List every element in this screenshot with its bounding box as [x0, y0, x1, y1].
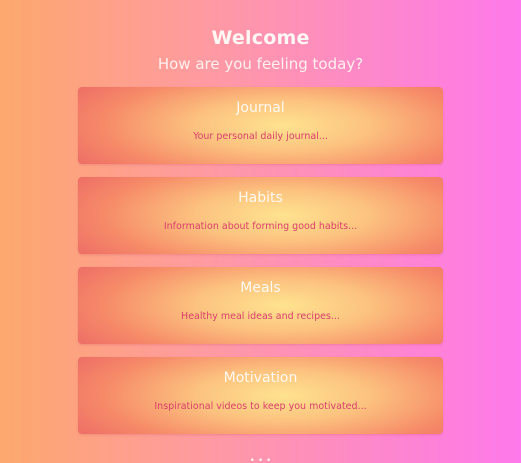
card-description: Inspirational videos to keep you motivat… — [154, 401, 367, 412]
card-title: Motivation — [223, 370, 298, 386]
card-motivation[interactable]: Motivation Inspirational videos to keep … — [78, 357, 443, 434]
page-title: Welcome — [211, 27, 310, 49]
card-title: Habits — [238, 190, 283, 206]
page-subtitle: How are you feeling today? — [157, 55, 364, 73]
card-title: Meals — [240, 280, 281, 296]
card-habits[interactable]: Habits Information about forming good ha… — [78, 177, 443, 254]
card-description: Healthy meal ideas and recipes... — [181, 311, 340, 322]
card-meals[interactable]: Meals Healthy meal ideas and recipes... — [78, 267, 443, 344]
card-title: Journal — [236, 100, 285, 116]
card-journal[interactable]: Journal Your personal daily journal... — [78, 87, 443, 164]
card-description: Your personal daily journal... — [193, 131, 328, 142]
footer-indicator: • • • — [249, 456, 272, 463]
card-description: Information about forming good habits... — [163, 221, 358, 232]
